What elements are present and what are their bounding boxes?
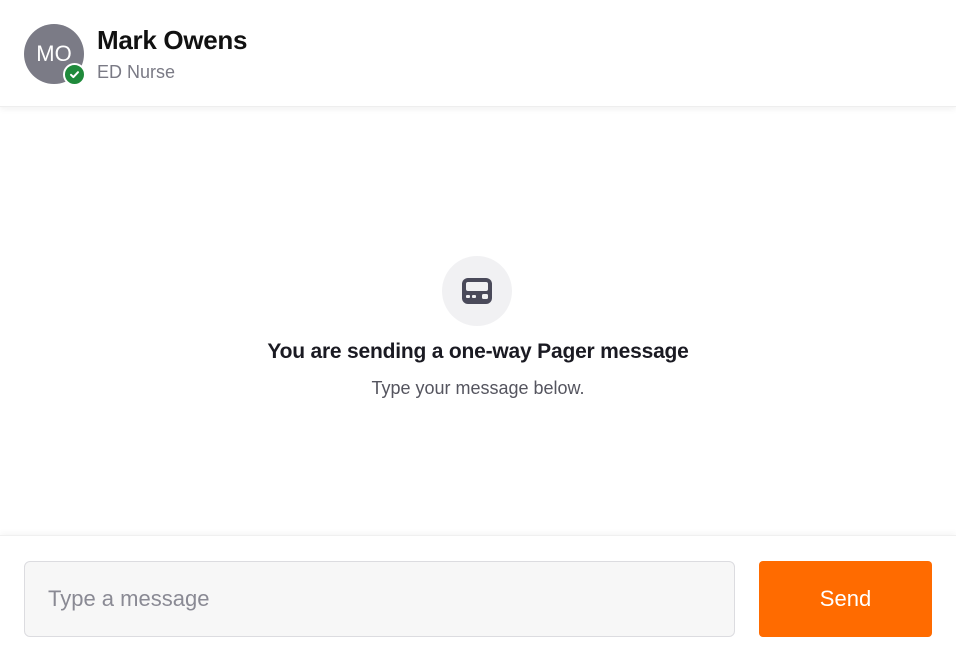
checkmark-icon: [70, 71, 79, 79]
empty-state-title: You are sending a one-way Pager message: [267, 340, 689, 363]
send-button[interactable]: Send: [759, 561, 932, 637]
message-input[interactable]: [24, 561, 735, 637]
pager-icon: [462, 278, 492, 304]
pager-icon-container: [442, 256, 512, 326]
contact-role: ED Nurse: [97, 62, 176, 82]
check-circle-icon: [63, 63, 86, 86]
contact-name[interactable]: Mark Owens: [97, 25, 247, 56]
chat-header: MO Mark Owens ED Nurse: [0, 0, 956, 107]
message-composer: Send: [0, 535, 956, 660]
empty-state-subtitle: Type your message below.: [371, 378, 585, 398]
avatar-initials: MO: [36, 41, 72, 66]
chat-window: MO Mark Owens ED Nurse You are sending a…: [0, 0, 956, 660]
message-area: You are sending a one-way Pager message …: [0, 107, 956, 535]
